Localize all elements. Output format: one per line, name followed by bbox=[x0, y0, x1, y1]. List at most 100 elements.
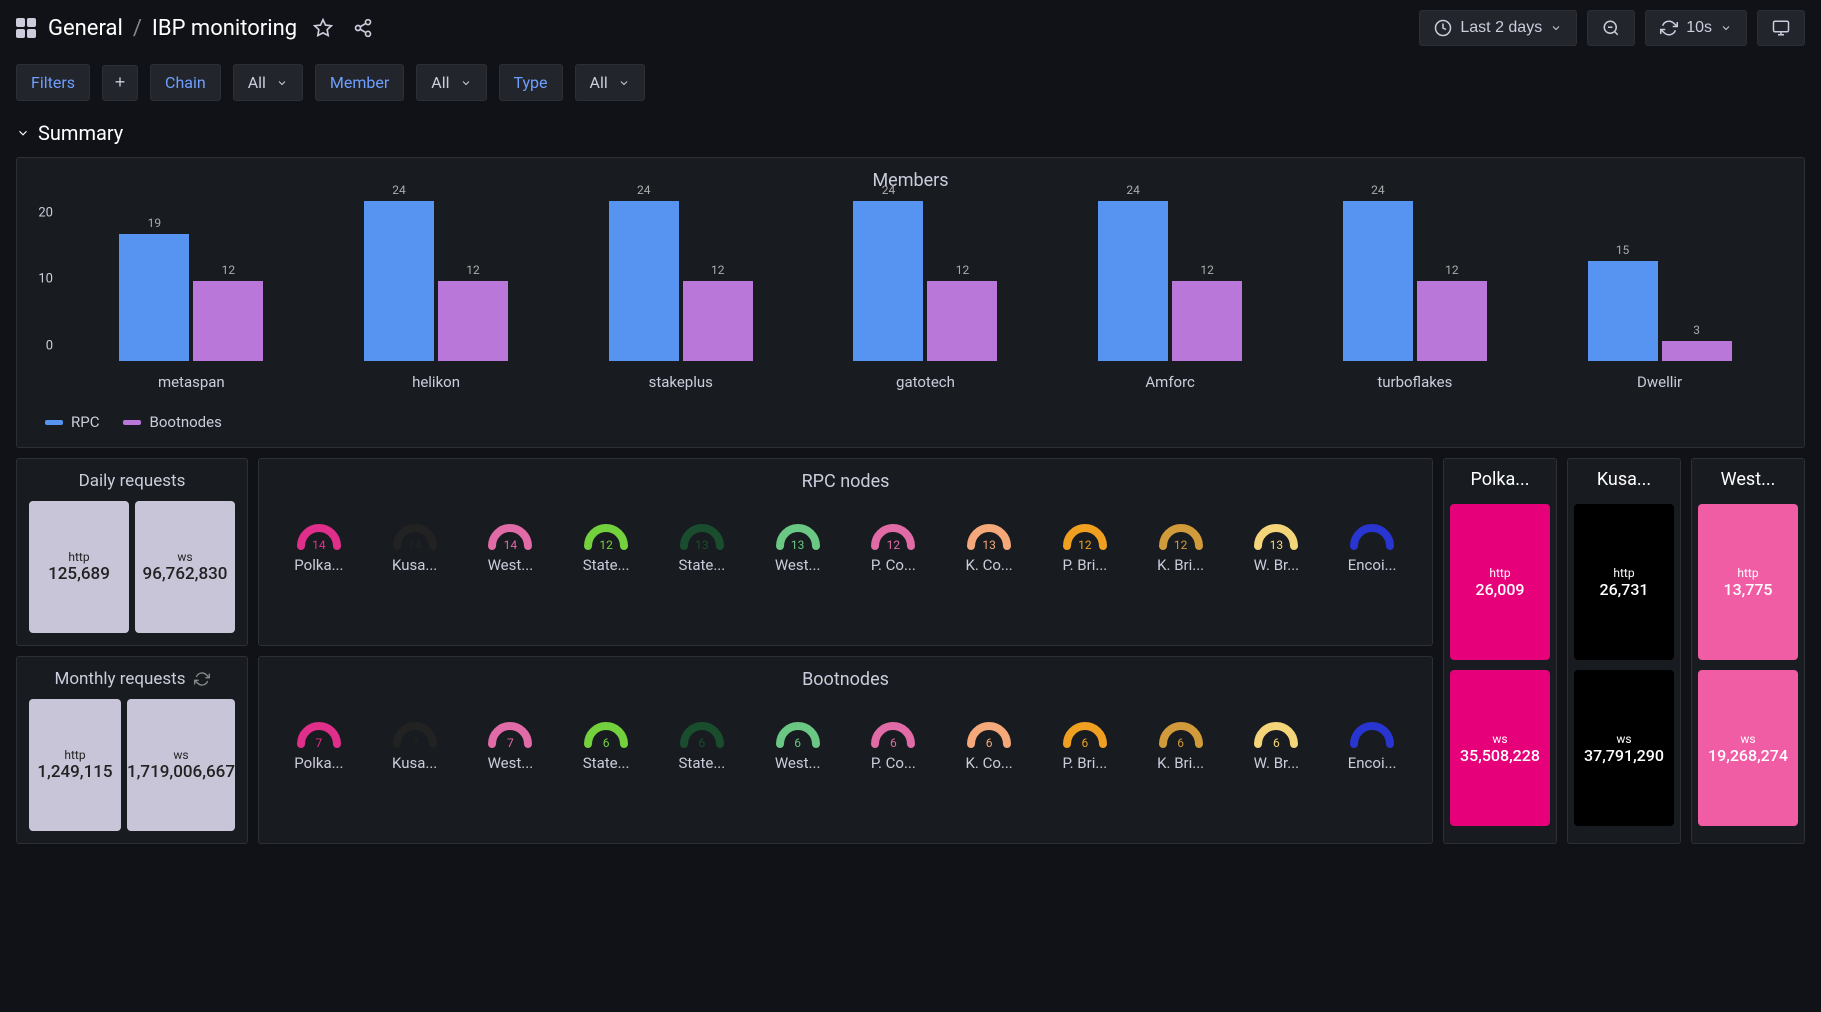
chain-column[interactable]: Polka... http 26,009 ws 35,508,228 bbox=[1443, 458, 1557, 844]
star-icon[interactable] bbox=[309, 14, 337, 42]
legend-item[interactable]: RPC bbox=[45, 413, 99, 431]
gauge-arc: 14 bbox=[486, 522, 534, 550]
x-label: turboflakes bbox=[1340, 373, 1490, 391]
rpc-nodes-title: RPC nodes bbox=[271, 471, 1420, 492]
gauge-arc: 6 bbox=[1252, 720, 1300, 748]
gauge-value: 6 bbox=[890, 736, 897, 750]
gauge-value: 14 bbox=[312, 538, 326, 552]
x-label: Dwellir bbox=[1585, 373, 1735, 391]
gauge-value: 14 bbox=[504, 538, 518, 552]
gauge-value: 6 bbox=[794, 736, 801, 750]
gauge: 14 Polka... bbox=[283, 522, 355, 574]
share-icon[interactable] bbox=[349, 14, 377, 42]
legend-swatch bbox=[45, 420, 63, 425]
summary-row-toggle[interactable]: Summary bbox=[0, 109, 1821, 157]
chevron-down-icon bbox=[1720, 22, 1732, 34]
gauge-arc: 13 bbox=[774, 522, 822, 550]
chart-x-labels: metaspanhelikonstakeplusgatotechAmforctu… bbox=[69, 373, 1782, 391]
bar-value: 24 bbox=[1126, 183, 1140, 197]
breadcrumb-separator: / bbox=[133, 16, 142, 41]
gauge-value: 6 bbox=[1082, 736, 1089, 750]
add-filter-button[interactable]: + bbox=[102, 65, 138, 101]
chain-filter[interactable]: Chain bbox=[150, 64, 221, 101]
filters-row: Filters + Chain All Member All Type All bbox=[0, 56, 1821, 109]
member-filter[interactable]: Member bbox=[315, 64, 404, 101]
gauge-arc: 12 bbox=[1157, 522, 1205, 550]
chain-column[interactable]: West... http 13,775 ws 19,268,274 bbox=[1691, 458, 1805, 844]
gauge-arc: 7 bbox=[295, 720, 343, 748]
gauge: 13 State... bbox=[666, 522, 738, 574]
type-filter-value[interactable]: All bbox=[575, 64, 645, 101]
zoom-out-button[interactable] bbox=[1587, 10, 1635, 46]
breadcrumb: General / IBP monitoring bbox=[48, 16, 297, 41]
gauge-arc: 6 bbox=[1061, 720, 1109, 748]
breadcrumb-title[interactable]: IBP monitoring bbox=[152, 16, 297, 41]
chevron-down-icon bbox=[16, 126, 30, 140]
gauge: 14 Kusa... bbox=[379, 522, 451, 574]
bar-group: 1912 bbox=[119, 234, 263, 361]
bar: 24 bbox=[364, 201, 434, 361]
chain-filter-label: Chain bbox=[165, 73, 206, 92]
gauge-value: 6 bbox=[603, 736, 610, 750]
type-filter[interactable]: Type bbox=[499, 64, 563, 101]
filters-button[interactable]: Filters bbox=[16, 64, 90, 101]
chain-http-card: http 26,009 bbox=[1450, 504, 1550, 660]
gauge-value: 12 bbox=[1174, 538, 1188, 552]
gauge-value: 6 bbox=[1273, 736, 1280, 750]
tv-mode-button[interactable] bbox=[1757, 10, 1805, 46]
daily-requests-panel[interactable]: Daily requests http 125,689 ws 96,762,83… bbox=[16, 458, 248, 646]
members-chart-panel[interactable]: Members 01020 19122412241224122412241215… bbox=[16, 157, 1805, 448]
bar: 3 bbox=[1662, 341, 1732, 361]
gauge-arc: 7 bbox=[391, 720, 439, 748]
bar-group: 2412 bbox=[853, 201, 997, 361]
gauge: 12 P. Bri... bbox=[1049, 522, 1121, 574]
bootnodes-panel[interactable]: Bootnodes 7 Polka... 7 Kusa... 7 West... bbox=[258, 656, 1433, 844]
legend-item[interactable]: Bootnodes bbox=[123, 413, 221, 431]
chain-title: Polka... bbox=[1450, 465, 1550, 494]
monthly-ws-card: ws 1,719,006,667 bbox=[127, 699, 235, 831]
chain-column[interactable]: Kusa... http 26,731 ws 37,791,290 bbox=[1567, 458, 1681, 844]
chain-filter-value[interactable]: All bbox=[233, 64, 303, 101]
bar-value: 12 bbox=[1200, 263, 1214, 277]
gauge: 6 K. Co... bbox=[953, 720, 1025, 772]
chain-http-value: 13,775 bbox=[1723, 580, 1772, 599]
x-label: gatotech bbox=[850, 373, 1000, 391]
time-range-picker[interactable]: Last 2 days bbox=[1419, 10, 1577, 46]
gauge-value: 7 bbox=[316, 736, 323, 750]
gauge: 6 P. Co... bbox=[857, 720, 929, 772]
summary-title: Summary bbox=[38, 121, 123, 145]
breadcrumb-folder[interactable]: General bbox=[48, 16, 123, 41]
gauge-arc: 12 bbox=[869, 522, 917, 550]
bar-group: 2412 bbox=[609, 201, 753, 361]
bootnodes-title: Bootnodes bbox=[271, 669, 1420, 690]
bar-value: 19 bbox=[148, 216, 162, 230]
bar-value: 3 bbox=[1693, 323, 1700, 337]
gauge-arc: 14 bbox=[295, 522, 343, 550]
monitor-icon bbox=[1772, 19, 1790, 37]
gauge-value: 6 bbox=[699, 736, 706, 750]
gauge: 6 West... bbox=[762, 720, 834, 772]
gauge-arc: 13 bbox=[678, 522, 726, 550]
gauge: 6 State... bbox=[570, 720, 642, 772]
refresh-button[interactable]: 10s bbox=[1645, 10, 1747, 46]
filters-label: Filters bbox=[31, 73, 75, 92]
member-filter-value[interactable]: All bbox=[416, 64, 486, 101]
rpc-nodes-panel[interactable]: RPC nodes 14 Polka... 14 Kusa... 14 West… bbox=[258, 458, 1433, 646]
gauge: 6 K. Bri... bbox=[1145, 720, 1217, 772]
gauge-arc: 12 bbox=[582, 522, 630, 550]
bar-group: 153 bbox=[1588, 261, 1732, 361]
gauge: 13 W. Br... bbox=[1240, 522, 1312, 574]
header: General / IBP monitoring Last 2 days 10s bbox=[0, 0, 1821, 56]
monthly-requests-panel[interactable]: Monthly requests http 1,249,115 ws 1,719… bbox=[16, 656, 248, 844]
bar-value: 24 bbox=[637, 183, 651, 197]
gauge: 7 Kusa... bbox=[379, 720, 451, 772]
members-chart-title: Members bbox=[29, 170, 1792, 191]
chain-http-label: http bbox=[1737, 566, 1758, 580]
gauge-value: 14 bbox=[408, 538, 422, 552]
bar-value: 15 bbox=[1616, 243, 1630, 257]
chain-http-value: 26,731 bbox=[1599, 580, 1648, 599]
gauge-arc: 6 bbox=[869, 720, 917, 748]
chain-http-label: http bbox=[1489, 566, 1510, 580]
y-tick: 10 bbox=[29, 272, 53, 287]
chain-ws-label: ws bbox=[1616, 732, 1631, 746]
